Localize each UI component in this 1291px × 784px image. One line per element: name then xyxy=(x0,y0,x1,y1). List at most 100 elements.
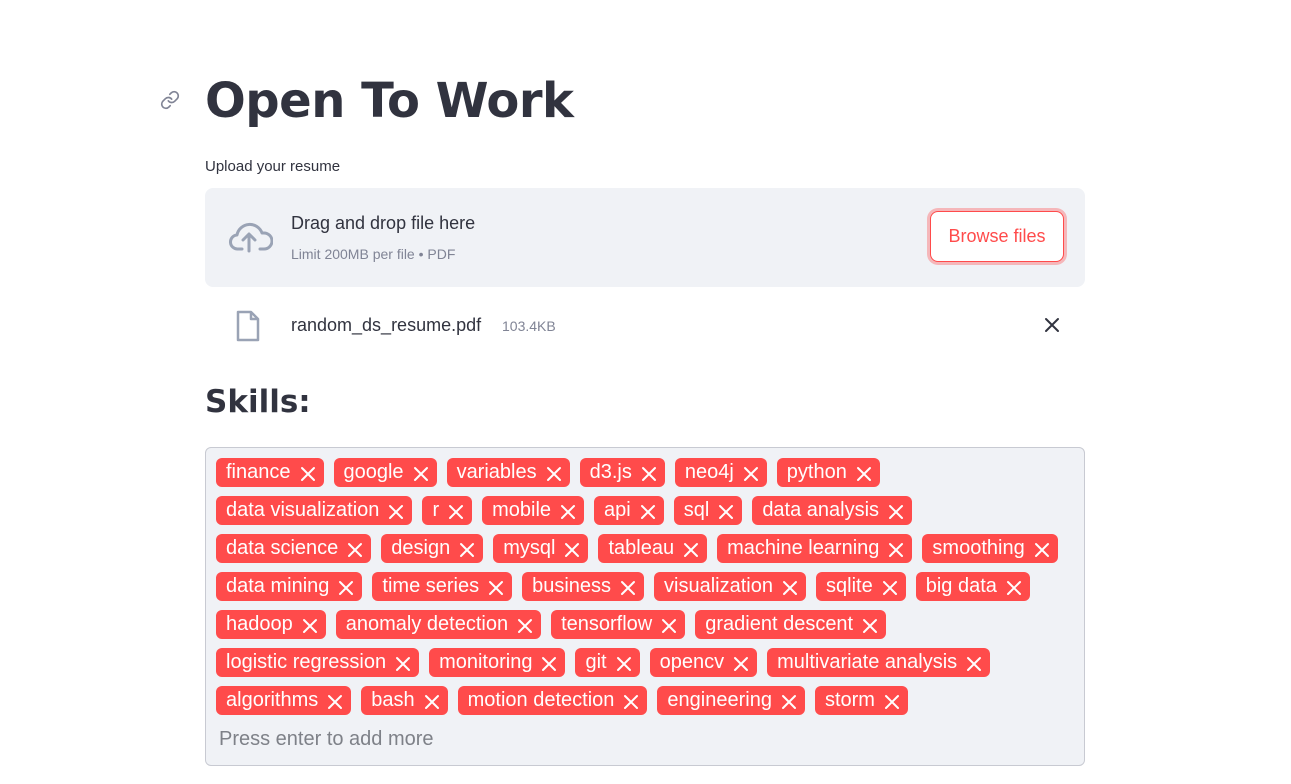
remove-tag-close-icon[interactable] xyxy=(564,541,580,557)
skill-tag: business xyxy=(522,572,645,601)
skill-tag-label: tableau xyxy=(608,537,675,559)
skill-tag: design xyxy=(381,534,484,563)
remove-tag-close-icon[interactable] xyxy=(459,541,475,557)
skill-tag: finance xyxy=(216,458,324,487)
cloud-upload-icon xyxy=(225,216,274,256)
browse-files-button[interactable]: Browse files xyxy=(930,211,1064,262)
remove-tag-close-icon[interactable] xyxy=(546,465,562,481)
remove-tag-close-icon[interactable] xyxy=(856,465,872,481)
skill-tag: git xyxy=(575,648,640,677)
skill-tag: big data xyxy=(915,572,1030,601)
skill-tag: anomaly detection xyxy=(335,610,542,639)
skill-tag-label: r xyxy=(432,499,440,521)
skill-tag-label: bash xyxy=(371,689,415,711)
remove-file-button[interactable] xyxy=(1041,314,1063,336)
skill-tag-label: mobile xyxy=(492,499,552,521)
skill-tag-label: finance xyxy=(226,461,291,483)
remove-tag-close-icon[interactable] xyxy=(338,579,354,595)
skill-tag-label: variables xyxy=(456,461,537,483)
remove-tag-close-icon[interactable] xyxy=(718,503,734,519)
skill-tag-label: api xyxy=(604,499,631,521)
skill-tag-label: neo4j xyxy=(684,461,734,483)
remove-tag-close-icon[interactable] xyxy=(488,579,504,595)
skills-tag-list: finance google variables d3.js neo4j python da… xyxy=(216,458,1074,715)
skill-tag: r xyxy=(422,496,473,525)
remove-tag-close-icon[interactable] xyxy=(661,617,677,633)
skill-tag-label: mysql xyxy=(503,537,556,559)
remove-tag-close-icon[interactable] xyxy=(782,579,798,595)
remove-tag-close-icon[interactable] xyxy=(1006,579,1022,595)
uploaded-file-row: random_ds_resume.pdf 103.4KB xyxy=(205,300,1085,350)
link-icon[interactable] xyxy=(159,89,181,111)
skill-tag-label: data science xyxy=(226,537,339,559)
remove-tag-close-icon[interactable] xyxy=(541,655,557,671)
remove-tag-close-icon[interactable] xyxy=(683,541,699,557)
remove-tag-close-icon[interactable] xyxy=(413,465,429,481)
skill-tag-label: visualization xyxy=(664,575,773,597)
skill-tag-label: d3.js xyxy=(589,461,632,483)
skill-tag: time series xyxy=(372,572,513,601)
remove-tag-close-icon[interactable] xyxy=(743,465,759,481)
page-title: Open To Work xyxy=(205,73,574,129)
skills-heading: Skills: xyxy=(205,384,311,420)
skill-tag: bash xyxy=(361,686,448,715)
remove-tag-close-icon[interactable] xyxy=(424,693,440,709)
remove-tag-close-icon[interactable] xyxy=(641,465,657,481)
skill-tag: python xyxy=(776,458,880,487)
skill-tag: google xyxy=(333,458,437,487)
skill-tag: data visualization xyxy=(216,496,413,525)
skill-tag-label: engineering xyxy=(667,689,772,711)
remove-tag-close-icon[interactable] xyxy=(733,655,749,671)
skill-tag-label: machine learning xyxy=(727,537,880,559)
remove-tag-close-icon[interactable] xyxy=(620,579,636,595)
uploaded-file-size: 103.4KB xyxy=(502,318,556,334)
remove-tag-close-icon[interactable] xyxy=(327,693,343,709)
remove-tag-close-icon[interactable] xyxy=(640,503,656,519)
remove-tag-close-icon[interactable] xyxy=(616,655,632,671)
skill-tag-label: sqlite xyxy=(826,575,873,597)
skill-tag-label: logistic regression xyxy=(226,651,387,673)
remove-tag-close-icon[interactable] xyxy=(347,541,363,557)
skill-tag: motion detection xyxy=(457,686,648,715)
skill-tag: gradient descent xyxy=(695,610,887,639)
skill-tag-label: time series xyxy=(382,575,480,597)
skill-tag: data mining xyxy=(216,572,363,601)
dropzone-limit-text: Limit 200MB per file • PDF xyxy=(291,246,456,262)
skill-tag-label: google xyxy=(343,461,404,483)
skill-tag: algorithms xyxy=(216,686,352,715)
skill-tag-label: storm xyxy=(824,689,875,711)
skill-tag-label: hadoop xyxy=(226,613,293,635)
remove-tag-close-icon[interactable] xyxy=(884,693,900,709)
remove-tag-close-icon[interactable] xyxy=(888,541,904,557)
skills-tag-input[interactable]: finance google variables d3.js neo4j python da… xyxy=(205,447,1085,766)
skill-tag-label: anomaly detection xyxy=(345,613,509,635)
remove-tag-close-icon[interactable] xyxy=(560,503,576,519)
remove-tag-close-icon[interactable] xyxy=(448,503,464,519)
remove-tag-close-icon[interactable] xyxy=(966,655,982,671)
skill-tag-label: monitoring xyxy=(439,651,533,673)
remove-tag-close-icon[interactable] xyxy=(388,503,404,519)
remove-tag-close-icon[interactable] xyxy=(395,655,411,671)
remove-tag-close-icon[interactable] xyxy=(862,617,878,633)
skill-tag-label: data analysis xyxy=(762,499,880,521)
skill-tag: neo4j xyxy=(674,458,767,487)
dropzone-instructions: Drag and drop file here xyxy=(291,213,476,233)
skill-tag-label: data visualization xyxy=(226,499,380,521)
skill-tag-label: design xyxy=(391,537,451,559)
skill-tag-label: tensorflow xyxy=(561,613,653,635)
remove-tag-close-icon[interactable] xyxy=(623,693,639,709)
remove-tag-close-icon[interactable] xyxy=(300,465,316,481)
skill-tag: machine learning xyxy=(717,534,913,563)
skill-tag-label: opencv xyxy=(659,651,725,673)
remove-tag-close-icon[interactable] xyxy=(517,617,533,633)
file-dropzone[interactable]: Drag and drop file here Limit 200MB per … xyxy=(205,188,1085,287)
skill-tag-label: data mining xyxy=(226,575,330,597)
remove-tag-close-icon[interactable] xyxy=(781,693,797,709)
remove-tag-close-icon[interactable] xyxy=(882,579,898,595)
add-skill-input[interactable] xyxy=(219,728,819,751)
remove-tag-close-icon[interactable] xyxy=(1034,541,1050,557)
skill-tag-label: multivariate analysis xyxy=(777,651,958,673)
remove-tag-close-icon[interactable] xyxy=(302,617,318,633)
remove-tag-close-icon[interactable] xyxy=(888,503,904,519)
skill-tag: visualization xyxy=(654,572,806,601)
